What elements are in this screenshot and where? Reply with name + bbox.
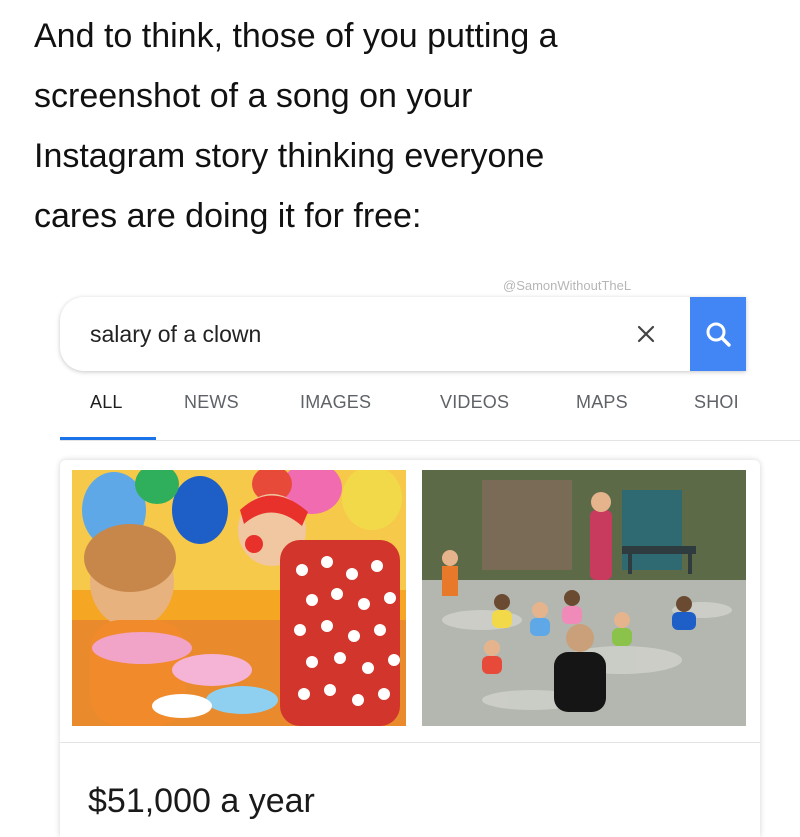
clown-party-image[interactable] — [72, 470, 406, 726]
search-bar — [60, 297, 746, 371]
tab-maps[interactable]: MAPS — [576, 392, 628, 413]
close-icon — [637, 325, 655, 343]
search-input[interactable] — [90, 297, 590, 371]
meme-caption: And to think, those of you putting a scr… — [34, 6, 774, 246]
caption-line: cares are doing it for free: — [34, 197, 422, 235]
tab-shopping[interactable]: SHOI — [694, 392, 739, 413]
watermark: @SamonWithoutTheL — [503, 278, 632, 293]
search-tabs: ALL NEWS IMAGES VIDEOS MAPS SHOI — [60, 392, 800, 440]
search-icon — [706, 322, 731, 347]
caption-line: And to think, those of you putting a — [34, 17, 558, 55]
tab-all[interactable]: ALL — [90, 392, 123, 413]
caption-line: Instagram story thinking everyone — [34, 137, 545, 175]
clown-party-illustration — [72, 470, 406, 726]
clear-search-button[interactable] — [626, 314, 666, 354]
tab-videos[interactable]: VIDEOS — [440, 392, 509, 413]
tabs-divider — [60, 440, 800, 441]
result-card: $51,000 a year — [60, 460, 760, 837]
tab-images[interactable]: IMAGES — [300, 392, 371, 413]
search-button[interactable] — [690, 297, 746, 371]
caption-line: screenshot of a song on your — [34, 77, 473, 115]
salary-answer: $51,000 a year — [88, 782, 315, 820]
card-divider — [60, 742, 760, 743]
kids-outdoor-illustration — [422, 470, 746, 726]
kids-outdoor-party-image[interactable] — [422, 470, 746, 726]
tab-news[interactable]: NEWS — [184, 392, 239, 413]
